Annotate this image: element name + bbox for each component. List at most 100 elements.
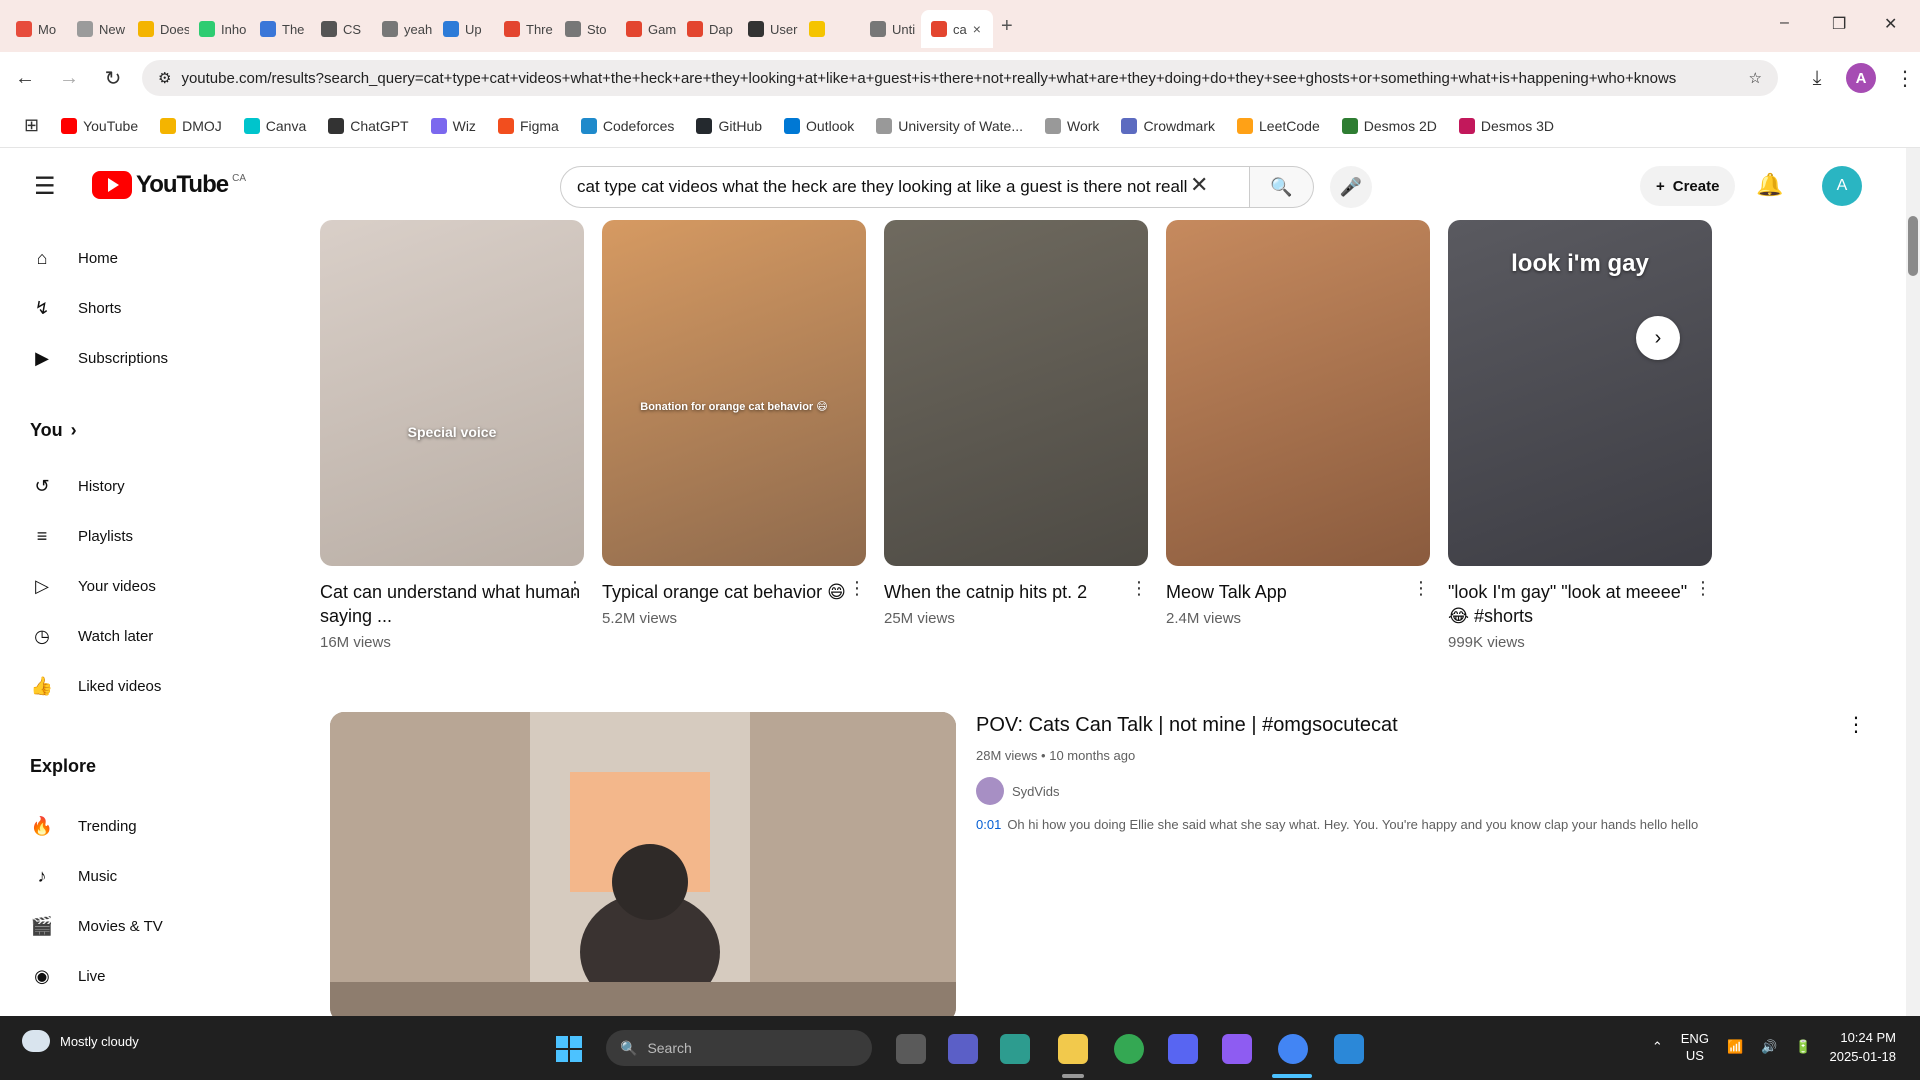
short-more-options-icon[interactable]: ⋮ bbox=[848, 578, 866, 599]
shorts-next-button[interactable]: › bbox=[1636, 316, 1680, 360]
wifi-icon[interactable]: 📶 bbox=[1727, 1039, 1743, 1055]
browser-tab[interactable]: Unti bbox=[860, 10, 921, 48]
file-explorer-icon[interactable] bbox=[1058, 1034, 1088, 1064]
bookmark-star-icon[interactable]: ☆ bbox=[1749, 69, 1762, 87]
short-thumbnail[interactable]: look i'm gay bbox=[1448, 220, 1712, 566]
back-icon[interactable]: ← bbox=[10, 63, 40, 93]
video-title[interactable]: POV: Cats Can Talk | not mine | #omgsocu… bbox=[976, 712, 1876, 738]
browser-tab[interactable]: Thre bbox=[494, 10, 555, 48]
browser-profile-avatar[interactable]: A bbox=[1846, 63, 1876, 93]
short-more-options-icon[interactable]: ⋮ bbox=[1130, 578, 1148, 599]
bookmark-item[interactable]: ChatGPT bbox=[328, 117, 409, 134]
video-result[interactable]: POV: Cats Can Talk | not mine | #omgsocu… bbox=[330, 712, 1890, 1032]
close-window-button[interactable]: ✕ bbox=[1884, 14, 1897, 34]
browser-menu-icon[interactable]: ⋮ bbox=[1890, 63, 1920, 93]
short-card[interactable]: When the catnip hits pt. 2 25M views ⋮ bbox=[884, 220, 1148, 627]
short-card[interactable]: Special voice Cat can understand what hum… bbox=[320, 220, 584, 651]
battery-icon[interactable]: 🔋 bbox=[1795, 1039, 1811, 1055]
browser-tab[interactable]: CS bbox=[311, 10, 372, 48]
sidebar-item-subscriptions[interactable]: ▶ Subscriptions bbox=[0, 338, 300, 378]
short-card[interactable]: look i'm gay "look I'm gay" "look at meee… bbox=[1448, 220, 1712, 651]
channel-name[interactable]: SydVids bbox=[1012, 784, 1059, 799]
short-more-options-icon[interactable]: ⋮ bbox=[1412, 578, 1430, 599]
browser-tab[interactable]: User bbox=[738, 10, 799, 48]
clear-search-icon[interactable]: ✕ bbox=[1190, 172, 1208, 198]
bookmark-item[interactable]: Figma bbox=[497, 117, 559, 134]
sidebar-item-movies-tv[interactable]: 🎬 Movies & TV bbox=[0, 906, 300, 946]
page-scrollbar[interactable] bbox=[1906, 148, 1920, 1016]
sidebar-item-liked-videos[interactable]: 👍 Liked videos bbox=[0, 666, 300, 706]
clock[interactable]: 10:24 PM 2025-01-18 bbox=[1830, 1028, 1897, 1066]
channel-avatar[interactable] bbox=[976, 777, 1004, 805]
short-title[interactable]: Cat can understand what human saying ... bbox=[320, 580, 584, 628]
short-card[interactable]: Bonation for orange cat behavior 😄 Typica… bbox=[602, 220, 866, 627]
bookmark-item[interactable]: GitHub bbox=[696, 117, 762, 134]
maximize-button[interactable]: ❐ bbox=[1832, 14, 1846, 34]
browser-tab[interactable]: The bbox=[250, 10, 311, 48]
short-title[interactable]: Meow Talk App bbox=[1166, 580, 1430, 604]
copilot-icon[interactable] bbox=[1000, 1034, 1030, 1064]
bookmark-item[interactable]: DMOJ bbox=[160, 117, 222, 134]
sidebar-item-trending[interactable]: 🔥 Trending bbox=[0, 806, 300, 846]
browser-tab[interactable]: Up bbox=[433, 10, 494, 48]
browser-tab[interactable]: Sto bbox=[555, 10, 616, 48]
short-thumbnail[interactable] bbox=[1166, 220, 1430, 566]
apps-grid-icon[interactable]: ⊞ bbox=[24, 115, 39, 136]
taskbar-search-input[interactable]: 🔍 Search bbox=[606, 1030, 872, 1066]
bookmark-item[interactable]: University of Wate... bbox=[876, 117, 1023, 134]
video-more-options-icon[interactable]: ⋮ bbox=[1846, 712, 1866, 737]
minimize-button[interactable]: – bbox=[1780, 14, 1789, 32]
chrome-icon[interactable] bbox=[1114, 1034, 1144, 1064]
site-info-icon[interactable]: ⚙ bbox=[158, 69, 171, 87]
close-tab-icon[interactable]: × bbox=[973, 21, 981, 37]
discord-icon[interactable] bbox=[1168, 1034, 1198, 1064]
bookmark-item[interactable]: Outlook bbox=[784, 117, 854, 134]
browser-tab[interactable]: Dap bbox=[677, 10, 738, 48]
short-title[interactable]: "look I'm gay" "look at meeee" 😂 #shorts bbox=[1448, 580, 1712, 628]
sidebar-item-music[interactable]: ♪ Music bbox=[0, 856, 300, 896]
bookmark-item[interactable]: Canva bbox=[243, 117, 306, 134]
bookmark-item[interactable]: LeetCode bbox=[1237, 117, 1320, 134]
start-button[interactable] bbox=[556, 1036, 582, 1062]
bookmark-item[interactable]: Codeforces bbox=[580, 117, 674, 134]
search-input[interactable]: cat type cat videos what the heck are th… bbox=[560, 166, 1250, 208]
short-thumbnail[interactable] bbox=[884, 220, 1148, 566]
bookmark-item[interactable]: Wiz bbox=[430, 117, 476, 134]
sidebar-item-live[interactable]: ◉ Live bbox=[0, 956, 300, 996]
short-title[interactable]: When the catnip hits pt. 2 bbox=[884, 580, 1148, 604]
browser-tab[interactable]: Mo bbox=[6, 10, 67, 48]
notifications-bell-icon[interactable]: 🔔 bbox=[1756, 172, 1783, 198]
download-icon[interactable]: ⤓ bbox=[1802, 63, 1832, 93]
video-thumbnail[interactable] bbox=[330, 712, 956, 1022]
page-scrollbar-thumb[interactable] bbox=[1908, 216, 1918, 276]
short-thumbnail[interactable]: Bonation for orange cat behavior 😄 bbox=[602, 220, 866, 566]
browser-tab[interactable]: ca × bbox=[921, 10, 993, 48]
browser-tab[interactable]: New bbox=[67, 10, 128, 48]
short-thumbnail[interactable]: Special voice bbox=[320, 220, 584, 566]
sidebar-item-history[interactable]: ↺ History bbox=[0, 466, 300, 506]
sidebar-item-playlists[interactable]: ≡ Playlists bbox=[0, 516, 300, 556]
short-more-options-icon[interactable]: ⋮ bbox=[566, 578, 584, 599]
forward-icon[interactable]: → bbox=[54, 63, 84, 93]
browser-tab[interactable]: Does bbox=[128, 10, 189, 48]
voice-search-button[interactable]: 🎤 bbox=[1330, 166, 1372, 208]
short-card[interactable]: Meow Talk App 2.4M views ⋮ bbox=[1166, 220, 1430, 627]
youtube-logo[interactable]: YouTube CA bbox=[92, 171, 246, 199]
bookmark-item[interactable]: Desmos 2D bbox=[1341, 117, 1437, 134]
task-view-icon[interactable] bbox=[896, 1034, 926, 1064]
teams-icon[interactable] bbox=[948, 1034, 978, 1064]
bookmark-item[interactable]: Work bbox=[1045, 117, 1099, 134]
sidebar-item-watch-later[interactable]: ◷ Watch later bbox=[0, 616, 300, 656]
url-field[interactable]: ⚙ youtube.com/results?search_query=cat+t… bbox=[142, 60, 1778, 96]
sidebar-item-home[interactable]: ⌂ Home bbox=[0, 238, 300, 278]
bookmark-item[interactable]: Crowdmark bbox=[1121, 117, 1215, 134]
tray-chevron-icon[interactable]: ⌃ bbox=[1652, 1039, 1663, 1055]
language-indicator[interactable]: ENG US bbox=[1681, 1030, 1709, 1064]
bookmark-item[interactable]: Desmos 3D bbox=[1458, 117, 1554, 134]
browser-tab[interactable] bbox=[799, 10, 860, 48]
bookmark-item[interactable]: YouTube bbox=[61, 117, 138, 134]
create-button[interactable]: + Create bbox=[1640, 166, 1736, 206]
sidebar-item-your-videos[interactable]: ▷ Your videos bbox=[0, 566, 300, 606]
volume-icon[interactable]: 🔊 bbox=[1761, 1039, 1777, 1055]
search-button[interactable]: 🔍 bbox=[1250, 166, 1314, 208]
